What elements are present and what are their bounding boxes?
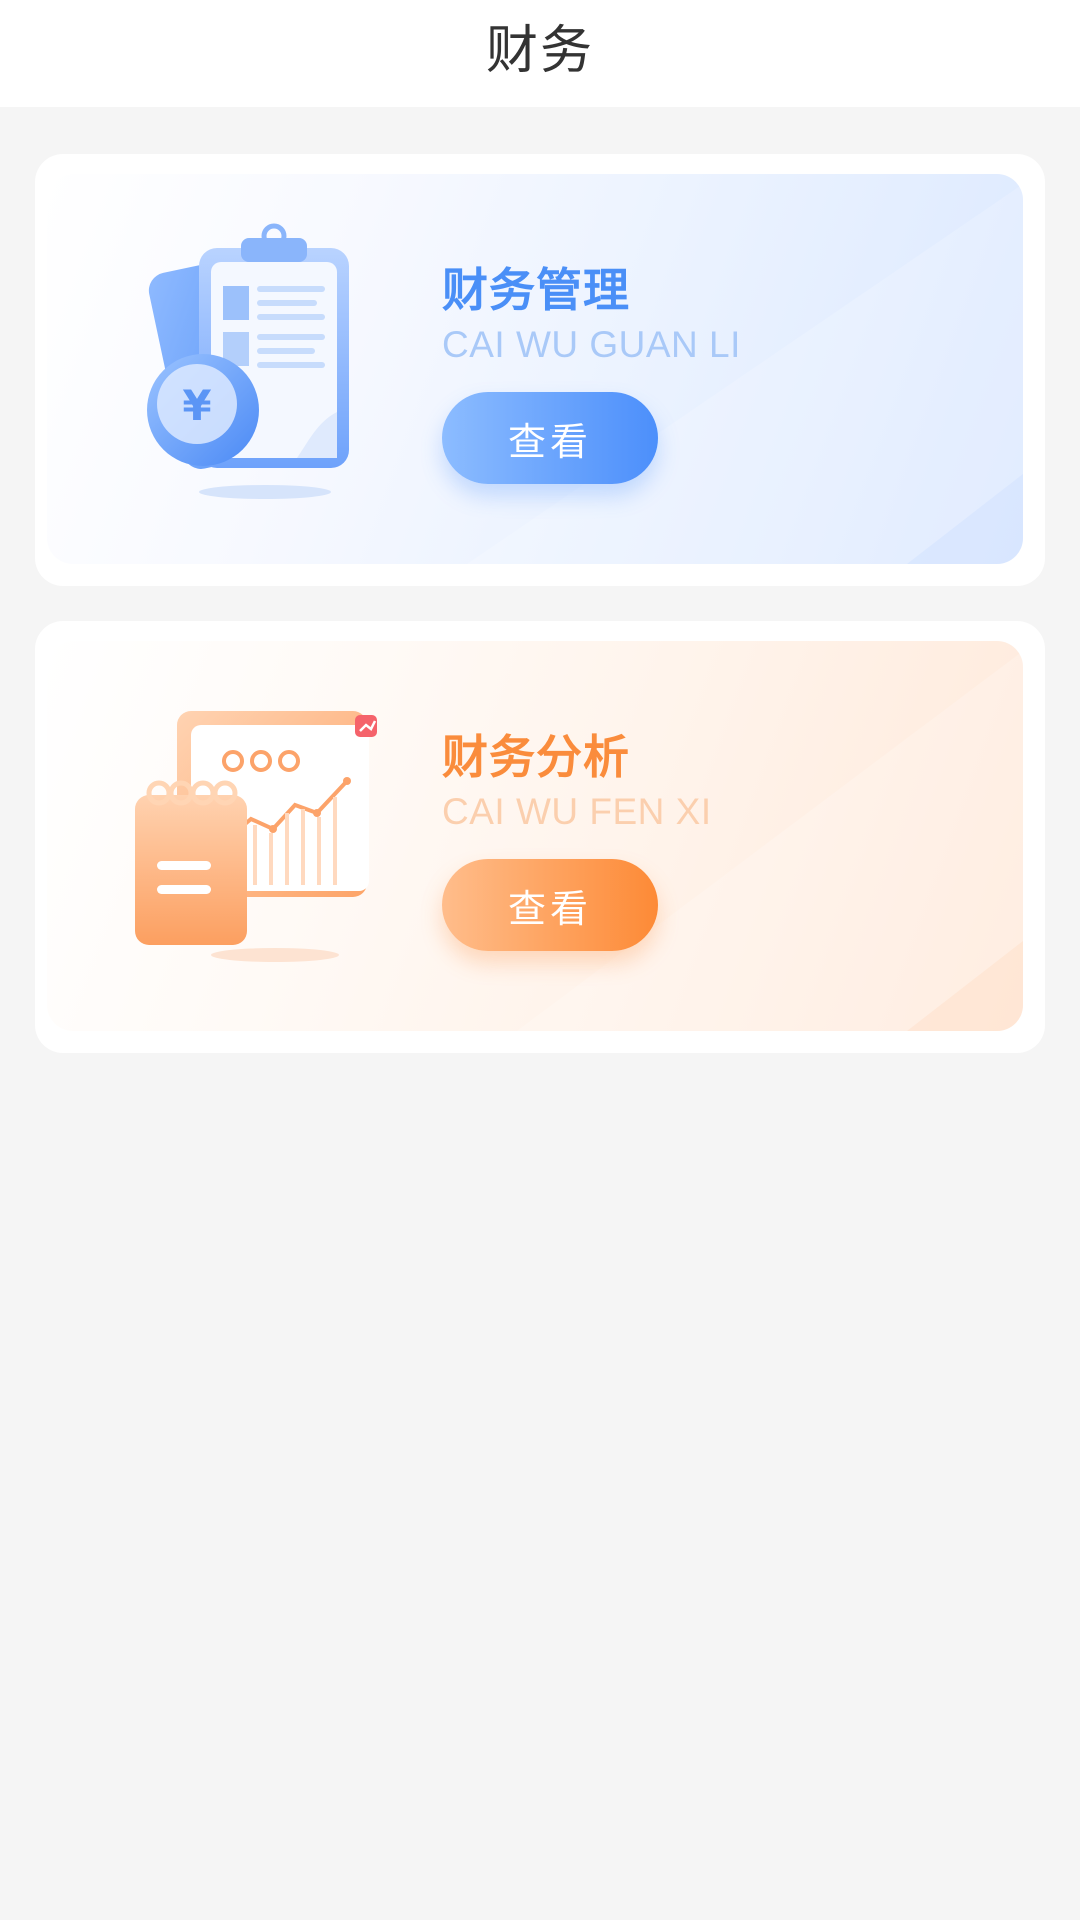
view-button[interactable]: 查看	[442, 859, 658, 951]
finance-management-panel: ¥ 财务管理 CAI WU GUAN LI 查看	[47, 174, 1023, 564]
svg-text:¥: ¥	[182, 381, 211, 430]
chart-notepad-icon	[135, 711, 377, 962]
card-subtitle: CAI WU FEN XI	[442, 791, 712, 832]
card-subtitle: CAI WU GUAN LI	[442, 324, 741, 365]
card-title: 财务分析	[442, 730, 630, 784]
clipboard-yuan-icon: ¥	[147, 223, 349, 499]
finance-analysis-card[interactable]: 财务分析 CAI WU FEN XI 查看	[35, 621, 1045, 1053]
view-button[interactable]: 查看	[442, 392, 658, 484]
finance-management-card[interactable]: ¥ 财务管理 CAI WU GUAN LI 查看	[35, 154, 1045, 586]
card-title: 财务管理	[442, 263, 630, 317]
finance-analysis-panel: 财务分析 CAI WU FEN XI 查看	[47, 641, 1023, 1031]
header-bar: 财务	[0, 0, 1080, 107]
page-title: 财务	[485, 21, 594, 81]
